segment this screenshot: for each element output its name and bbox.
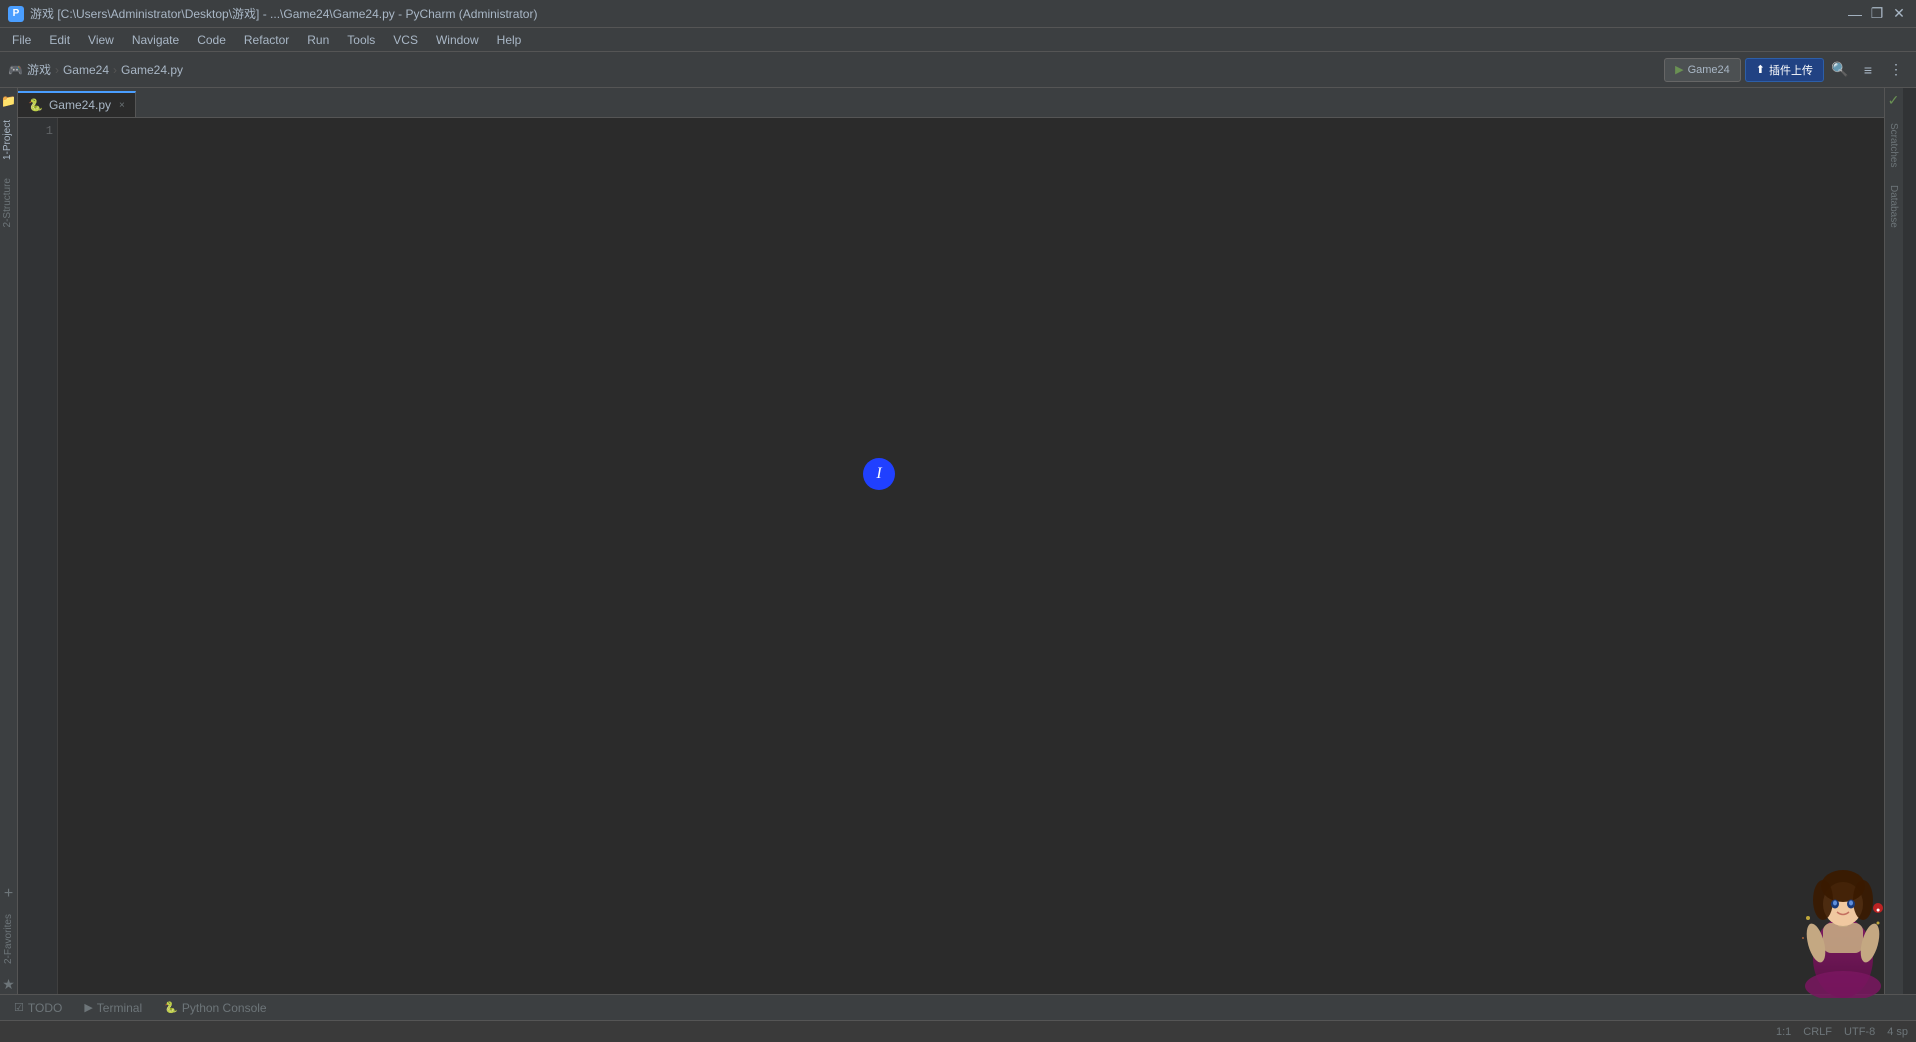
editor-scrollbar[interactable] [1902,88,1916,994]
title-left: P 游戏 [C:\Users\Administrator\Desktop\游戏]… [8,5,537,22]
breadcrumb-folder2[interactable]: Game24 [63,63,109,77]
menu-refactor[interactable]: Refactor [236,31,297,49]
search-toolbar-button[interactable]: 🔍 [1828,58,1852,82]
status-indent[interactable]: 4 sp [1887,1026,1908,1038]
menu-file[interactable]: File [4,31,39,49]
terminal-icon: ▶ [84,1001,92,1014]
menu-tools[interactable]: Tools [339,31,383,49]
project-label: Game24 [1688,64,1730,76]
main-layout: 📁 1-Project 2-Structure + 2-Favorites ★ … [0,88,1916,994]
tab-todo[interactable]: ☑ TODO [4,997,72,1019]
tab-file-icon: 🐍 [28,98,43,112]
editor-tabs: 🐍 Game24.py × [18,88,1884,118]
project-run-button[interactable]: ▶ Game24 [1664,58,1741,82]
window-controls: — ❐ ✕ [1846,5,1908,23]
menu-run[interactable]: Run [299,31,337,49]
editor-container: 🐍 Game24.py × 1 I [18,88,1884,994]
title-bar: P 游戏 [C:\Users\Administrator\Desktop\游戏]… [0,0,1916,28]
menu-code[interactable]: Code [189,31,234,49]
menu-bar: File Edit View Navigate Code Refactor Ru… [0,28,1916,52]
tab-label: Game24.py [49,98,111,112]
menu-help[interactable]: Help [489,31,530,49]
status-position[interactable]: 1:1 [1776,1026,1791,1038]
upload-button[interactable]: ⬆ 插件上传 [1745,58,1824,82]
app-icon: P [8,6,24,22]
check-mark: ✓ [1888,92,1900,109]
tab-todo-label: TODO [28,1001,62,1015]
bottom-panel-tabs: ☑ TODO ▶ Terminal 🐍 Python Console [0,994,1916,1020]
line-numbers: 1 [18,118,58,994]
tab-python-console-label: Python Console [182,1001,267,1015]
line-number-1: 1 [18,122,53,140]
sidebar-tab-structure[interactable]: 2-Structure [0,170,18,235]
upload-label: 插件上传 [1769,62,1813,78]
tab-game24py[interactable]: 🐍 Game24.py × [18,91,136,117]
menu-view[interactable]: View [80,31,122,49]
sidebar-scratches[interactable]: Scratches [1886,115,1901,175]
menu-edit[interactable]: Edit [41,31,78,49]
minimize-button[interactable]: — [1846,5,1864,23]
run-icon: ▶ [1675,63,1683,76]
star-icon[interactable]: ★ [1,976,17,992]
status-bar: 1:1 CRLF UTF-8 4 sp [0,1020,1916,1042]
sidebar-database[interactable]: Database [1886,177,1901,236]
toolbar-right: ▶ Game24 ⬆ 插件上传 🔍 ≡ ⋮ [1664,58,1908,82]
plus-icon[interactable]: + [1,886,17,902]
tab-close-button[interactable]: × [119,100,125,111]
close-button[interactable]: ✕ [1890,5,1908,23]
window-title: 游戏 [C:\Users\Administrator\Desktop\游戏] -… [30,5,537,22]
tab-terminal-label: Terminal [97,1001,142,1015]
menu-vcs[interactable]: VCS [385,31,426,49]
breadcrumb-file[interactable]: Game24.py [121,63,183,77]
more-icon[interactable]: ⋮ [1884,58,1908,82]
breadcrumb-project[interactable]: 🎮 [8,63,23,77]
menu-window[interactable]: Window [428,31,487,49]
upload-icon: ⬆ [1756,63,1765,76]
menu-navigate[interactable]: Navigate [124,31,187,49]
todo-icon: ☑ [14,1001,24,1014]
toolbar: 🎮 游戏 › Game24 › Game24.py ▶ Game24 ⬆ 插件上… [0,52,1916,88]
status-encoding[interactable]: UTF-8 [1844,1026,1875,1038]
sidebar-tab-favorites[interactable]: 2-Favorites [1,906,16,972]
folder-icon[interactable]: 📁 [0,92,18,110]
sidebar-tab-project[interactable]: 1-Project [0,112,18,168]
status-right: 1:1 CRLF UTF-8 4 sp [1776,1026,1908,1038]
tab-terminal[interactable]: ▶ Terminal [74,997,152,1019]
maximize-button[interactable]: ❐ [1868,5,1886,23]
editor-area: 1 I [18,118,1884,994]
tab-python-console[interactable]: 🐍 Python Console [154,997,276,1019]
left-sidebar-tabs: 📁 1-Project 2-Structure + 2-Favorites ★ [0,88,18,994]
python-console-icon: 🐍 [164,1001,178,1014]
status-line-endings[interactable]: CRLF [1803,1026,1832,1038]
code-editor[interactable] [58,118,1884,994]
breadcrumb: 🎮 游戏 › Game24 › Game24.py [8,61,183,78]
breadcrumb-folder1[interactable]: 游戏 [27,61,51,78]
list-icon[interactable]: ≡ [1856,58,1880,82]
right-sidebar: ✓ Scratches Database [1884,88,1902,994]
